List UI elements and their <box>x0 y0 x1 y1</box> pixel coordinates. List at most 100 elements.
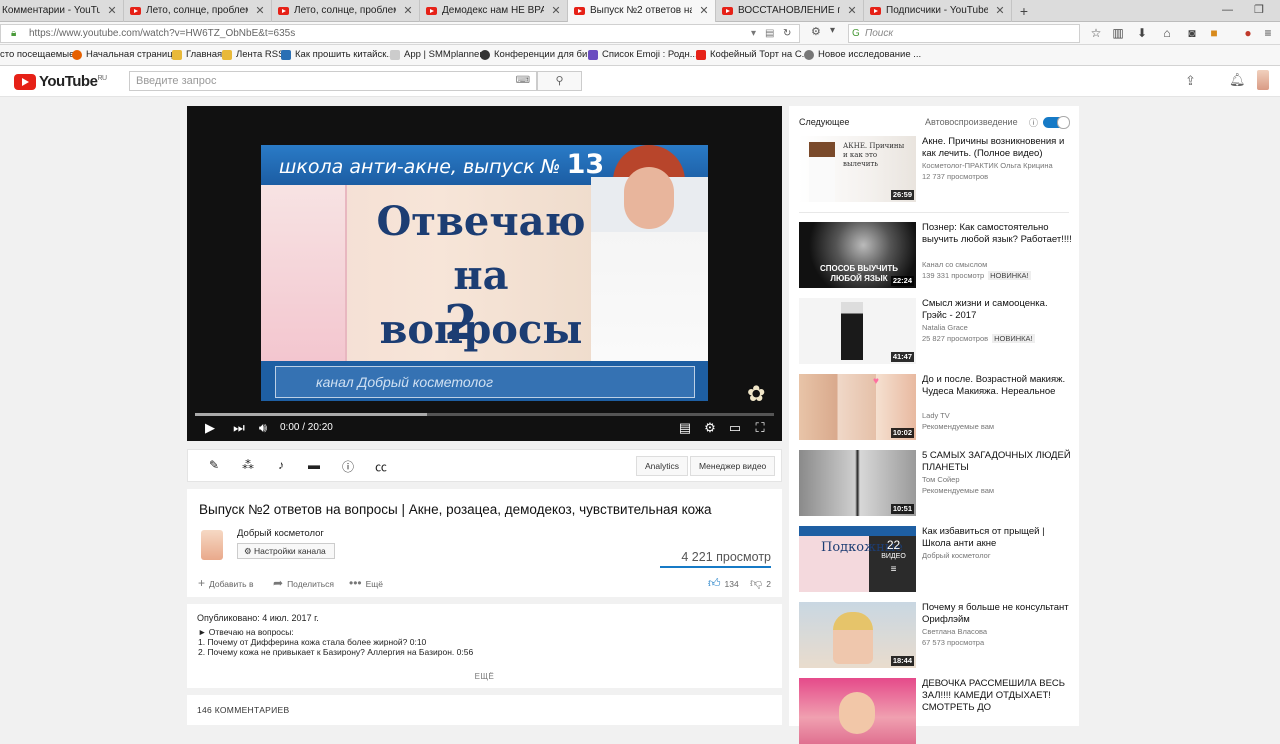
browser-tab[interactable]: Комментарии - YouTube ✕ <box>0 0 124 22</box>
enhance-wand-icon[interactable]: ⁂ <box>239 458 257 472</box>
related-video[interactable]: 10:51 5 САМЫХ ЗАГАДОЧНЫХ ЛЮДЕЙ ПЛАНЕТЫ Т… <box>799 450 1071 516</box>
reload-icon[interactable]: ↻ <box>783 25 791 42</box>
minimize-icon[interactable]: — <box>1222 0 1233 22</box>
volume-icon[interactable]: 🔊︎ <box>255 419 271 437</box>
search-icon: ⚲ <box>555 75 564 87</box>
bookmark-star-icon[interactable]: ☆ <box>1088 26 1104 40</box>
analytics-button[interactable]: Analytics <box>636 456 689 476</box>
thumbs-down-icon: 👎︎ <box>750 576 763 590</box>
dislike-button[interactable]: 👎︎ 2 <box>750 576 771 591</box>
autoplay-toggle[interactable] <box>1043 116 1070 129</box>
video-duration: 18:44 <box>890 656 914 666</box>
addon-red-icon[interactable]: ● <box>1240 26 1256 40</box>
video-thumbnail: 10:51 <box>799 450 916 516</box>
dropdown-icon[interactable]: ▾ <box>830 25 835 36</box>
notifications-bell-icon[interactable]: 🔔︎ <box>1229 72 1246 88</box>
video-player[interactable]: школа анти-акне, выпуск № 13 Отвечаю на в… <box>187 106 782 441</box>
subtitles-icon[interactable]: ▤ <box>677 419 693 437</box>
fullscreen-icon[interactable]: ⛶ <box>752 419 768 437</box>
search-button[interactable]: ⚲ <box>537 71 582 91</box>
up-next-label: Следующее <box>799 117 850 127</box>
bookmark-item[interactable]: App | SMMplanner <box>390 49 483 60</box>
avatar[interactable] <box>1257 70 1269 90</box>
related-video[interactable]: ♥ 10:02 До и после. Возрастной макияж. Ч… <box>799 374 1069 440</box>
channel-name[interactable]: Добрый косметолог <box>237 528 324 539</box>
video-duration: 10:02 <box>890 428 914 438</box>
playlist-count: 22 <box>886 538 901 552</box>
related-video-meta: 139 331 просмотр НОВИНКА! <box>922 271 1031 280</box>
bookmark-item[interactable]: Начальная страница <box>72 49 178 60</box>
maximize-icon[interactable]: ❐ <box>1254 0 1264 22</box>
dropdown-icon[interactable]: ▾ <box>751 25 756 42</box>
close-icon[interactable]: ✕ <box>845 0 859 22</box>
video-manager-button[interactable]: Менеджер видео <box>690 456 776 476</box>
browser-tab[interactable]: Демодекс нам НЕ ВРАГ | Д ✕ <box>420 0 568 22</box>
more-actions-button[interactable]: ••• Ещё <box>349 576 383 590</box>
pocket-icon[interactable]: ◙ <box>1184 26 1200 40</box>
show-more-button[interactable]: ЕЩЁ <box>187 672 782 681</box>
info-icon[interactable]: ⓘ <box>1029 116 1038 129</box>
keyboard-icon[interactable]: ⌨ <box>516 72 530 90</box>
address-bar[interactable]: 🔒︎ https://www.youtube.com/watch?v=HW6TZ… <box>0 24 800 43</box>
like-button[interactable]: 👍︎ 134 <box>708 576 739 591</box>
thumb-person <box>839 692 875 734</box>
close-icon[interactable]: ✕ <box>105 0 119 22</box>
view-count: 4 221 просмотр <box>681 550 771 564</box>
bookmark-item[interactable]: Кофейный Торт на С... <box>696 49 810 60</box>
menu-icon[interactable]: ≡ <box>1260 26 1276 40</box>
browser-search-input[interactable]: G Поиск <box>848 24 1080 43</box>
bookmark-item[interactable]: Новое исследование ... <box>804 49 921 60</box>
close-icon[interactable]: ✕ <box>993 0 1007 22</box>
related-video[interactable]: СПОСОБ ВЫУЧИТЬ ЛЮБОЙ ЯЗЫК 22:24 Познер: … <box>799 222 1072 288</box>
theater-mode-icon[interactable]: ▭ <box>727 419 743 437</box>
bookmark-item[interactable]: Главная <box>172 49 222 60</box>
reader-icon[interactable]: ▤ <box>765 25 774 42</box>
addon-icon[interactable]: ■ <box>1206 26 1222 40</box>
close-icon[interactable]: ✕ <box>253 0 267 22</box>
related-video[interactable]: 18:44 Почему я больше не консультант Ори… <box>799 602 1069 668</box>
close-icon[interactable]: ✕ <box>697 0 711 22</box>
next-icon[interactable]: ⏭︎ <box>231 419 247 437</box>
related-video[interactable]: ДЕВОЧКА РАССМЕШИЛА ВЕСЬ ЗАЛ!!!! КАМЕДИ О… <box>799 678 1069 744</box>
close-icon[interactable]: ✕ <box>549 0 563 22</box>
annotations-icon[interactable]: ▬ <box>305 458 323 472</box>
close-icon[interactable]: ✕ <box>401 0 415 22</box>
bookmark-item[interactable]: Как прошить китайск... <box>281 49 394 60</box>
related-playlist[interactable]: Подкожные 22 ВИДЕО ≡ Как избавиться от п… <box>799 526 1069 592</box>
related-video[interactable]: 41:47 Смысл жизни и самооценка. Грэйс - … <box>799 298 1069 364</box>
channel-settings-button[interactable]: ⚙︎ Настройки канала <box>237 543 335 559</box>
bookmark-item[interactable]: Список Emoji : Родн... <box>588 49 698 60</box>
bookmark-item[interactable]: сто посещаемые <box>0 49 74 60</box>
share-button[interactable]: ➦ Поделиться <box>273 576 334 590</box>
browser-tab[interactable]: Лето, солнце, проблемная ✕ <box>272 0 420 22</box>
browser-tab-active[interactable]: Выпуск №2 ответов на воп ✕ <box>568 0 716 22</box>
plus-icon: + <box>198 576 206 590</box>
settings-gear-icon[interactable]: ⚙︎ <box>702 419 718 437</box>
library-icon[interactable]: ▥ <box>1110 26 1126 40</box>
youtube-favicon-icon <box>130 7 141 15</box>
youtube-logo[interactable]: YouTubeRU <box>14 73 107 90</box>
download-icon[interactable]: ⬇ <box>1134 26 1150 40</box>
bookmark-label: Лента RSS <box>236 49 285 60</box>
youtube-favicon-icon <box>870 7 881 15</box>
captions-cc-icon[interactable]: ㏄ <box>372 458 390 475</box>
cards-info-icon[interactable]: ⓘ <box>339 458 357 475</box>
edit-pencil-icon[interactable]: ✎ <box>205 458 223 472</box>
upload-icon[interactable]: ⇪ <box>1185 73 1196 89</box>
home-icon[interactable]: ⌂ <box>1159 26 1175 40</box>
related-video[interactable]: АКНЕ. Причины и как это вылечить 26:59 А… <box>799 136 1069 202</box>
bookmark-item[interactable]: Лента RSS <box>222 49 284 60</box>
share-label: Поделиться <box>287 579 334 589</box>
progress-bar[interactable] <box>195 413 774 416</box>
browser-tab[interactable]: ВОССТАНОВЛЕНИЕ проб ✕ <box>716 0 864 22</box>
new-tab-icon[interactable]: + <box>1012 0 1036 21</box>
play-icon[interactable]: ▶ <box>202 419 218 437</box>
extension-icon[interactable]: ⚙︎ <box>811 25 821 38</box>
channel-avatar[interactable] <box>201 530 223 560</box>
youtube-search-input[interactable]: Введите запрос ⌨ <box>129 71 537 91</box>
bookmark-item[interactable]: Конференции для би... <box>480 49 595 60</box>
browser-tab[interactable]: Лето, солнце, проблемная ✕ <box>124 0 272 22</box>
browser-tab[interactable]: Подписчики - YouTube ✕ <box>864 0 1012 22</box>
add-to-button[interactable]: + Добавить в <box>198 576 253 590</box>
audio-note-icon[interactable]: ♪ <box>272 458 290 472</box>
